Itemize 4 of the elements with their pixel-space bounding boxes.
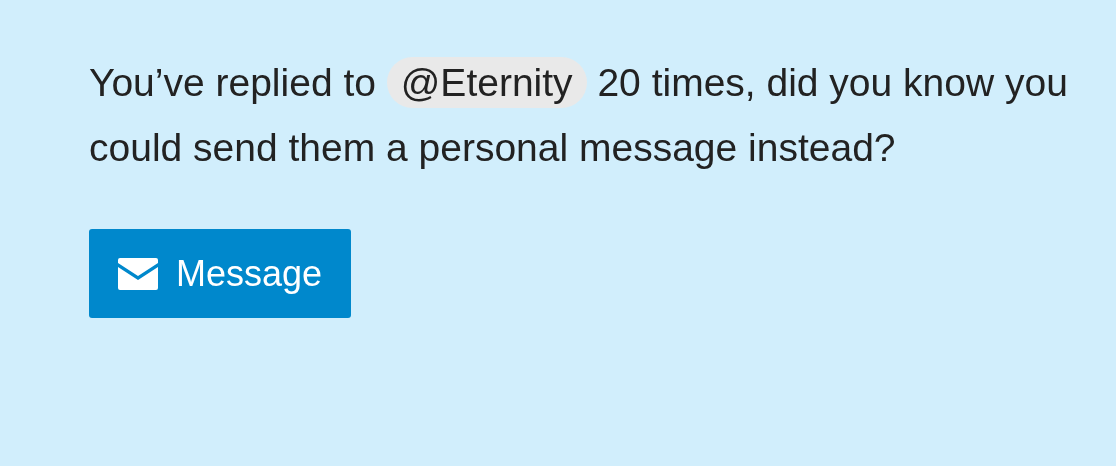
envelope-icon — [118, 257, 158, 290]
mention-link[interactable]: @Eternity — [386, 57, 587, 108]
notice-text: You’ve replied to @Eternity 20 times, did you know you could send them a personal message instead? — [89, 50, 1079, 180]
message-button[interactable]: Message — [89, 229, 352, 318]
